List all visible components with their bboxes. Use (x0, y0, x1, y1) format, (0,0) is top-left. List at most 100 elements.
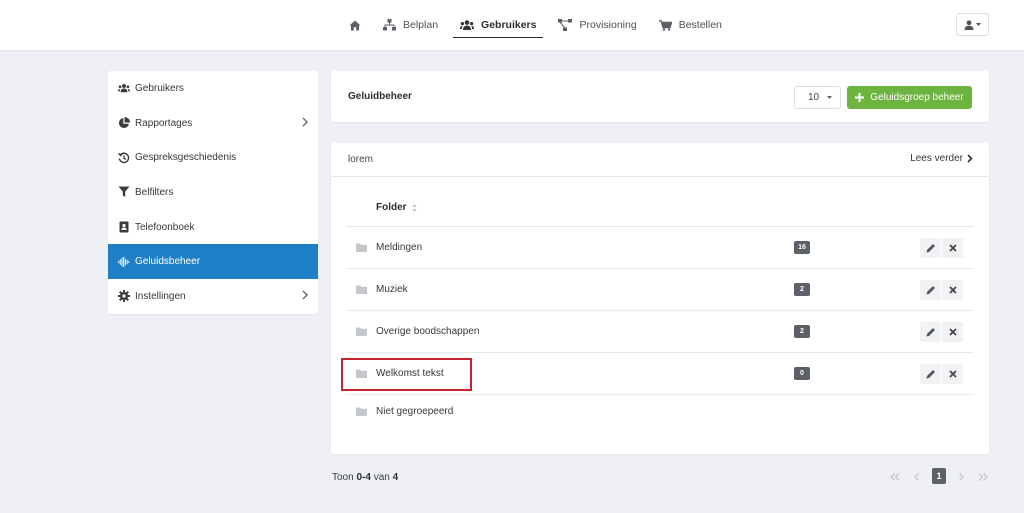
sidebar-item-label: Rapportages (135, 117, 193, 129)
sidebar-item-label: Gespreksgeschiedenis (135, 152, 237, 164)
count-total: 4 (392, 472, 399, 483)
count-badge: 2 (794, 325, 810, 338)
count-badge: 0 (794, 367, 810, 380)
pencil-icon (926, 286, 935, 295)
delete-button[interactable] (942, 322, 963, 342)
previous-page-button[interactable] (906, 468, 927, 485)
table-row[interactable]: Meldingen 16 (346, 227, 974, 269)
result-count: Toon 0-4 van 4 (332, 472, 398, 483)
count-badge: 16 (794, 241, 810, 254)
intro-bar: lorem Lees verder (331, 143, 989, 177)
folder-name: Meldingen (376, 242, 423, 253)
edit-button[interactable] (920, 364, 941, 384)
sidebar-item-label: Geluidsbeheer (135, 256, 201, 268)
count-prefix: Toon (332, 472, 354, 483)
column-label: Folder (376, 202, 407, 213)
gear-icon (118, 290, 130, 303)
history-icon (118, 152, 130, 163)
sidebar-item-telefoonboek[interactable]: Telefoonboek (108, 210, 318, 245)
users-icon (460, 20, 475, 30)
sidebar-item-rapportages[interactable]: Rapportages (108, 106, 318, 141)
close-icon (948, 286, 957, 294)
page-size-select[interactable]: 10 (794, 86, 841, 109)
home-icon (349, 20, 361, 30)
table-row[interactable]: Welkomst tekst 0 (341, 353, 974, 395)
folder-name: Overige boodschappen (376, 326, 480, 337)
sidebar: Gebruikers Rapportages Gespreksgeschiede… (108, 71, 318, 314)
delete-button[interactable] (942, 280, 963, 300)
add-button-label: Geluidsgroep beheer (870, 92, 964, 103)
sidebar-item-belfilters[interactable]: Belfilters (108, 175, 318, 210)
next-page-button[interactable] (950, 468, 971, 485)
column-header-folder[interactable]: Folder (376, 202, 417, 213)
pencil-icon (926, 244, 935, 253)
sidebar-item-instellingen[interactable]: Instellingen (108, 279, 318, 314)
nav-label: Provisioning (579, 19, 637, 31)
nav-label: Gebruikers (481, 19, 537, 31)
chevron-right-icon (958, 472, 964, 481)
delete-button[interactable] (942, 364, 963, 384)
table-row[interactable]: Muziek 2 (346, 269, 974, 311)
pie-chart-icon (118, 117, 130, 128)
current-page-button[interactable]: 1 (932, 468, 946, 484)
nav-label: Bestellen (678, 19, 722, 31)
chevron-right-icon (967, 154, 973, 163)
caret-down-icon (827, 96, 832, 99)
page-title: Geluidbeheer (348, 91, 412, 102)
sidebar-item-label: Instellingen (135, 290, 186, 302)
users-icon (118, 84, 130, 93)
folder-name: Welkomst tekst (376, 368, 444, 379)
chevron-right-icon (302, 290, 308, 300)
soundwave-icon (118, 256, 130, 267)
nav-belplan[interactable]: Belplan (372, 0, 449, 50)
nav-home[interactable] (338, 0, 372, 50)
close-icon (948, 328, 957, 336)
close-icon (948, 370, 957, 378)
add-sound-group-button[interactable]: Geluidsgroep beheer (847, 86, 972, 109)
pagination: 1 (884, 468, 994, 485)
delete-button[interactable] (942, 238, 963, 258)
network-icon (558, 19, 573, 31)
table-row[interactable]: Niet gegroepeerd (346, 395, 974, 437)
user-icon (964, 19, 974, 30)
edit-button[interactable] (920, 238, 941, 258)
folder-name: Muziek (376, 284, 408, 295)
nav-gebruikers[interactable]: Gebruikers (449, 0, 547, 50)
folder-icon (356, 369, 367, 378)
count-badge: 2 (794, 283, 810, 296)
pencil-icon (926, 328, 935, 337)
nav-bestellen[interactable]: Bestellen (648, 0, 733, 50)
folder-table: Folder Meldingen 16 Muziek 2 Overige boo… (341, 177, 974, 437)
sidebar-item-gebruikers[interactable]: Gebruikers (108, 71, 318, 106)
pencil-icon (926, 370, 935, 379)
folder-icon (356, 327, 367, 336)
count-range: 0-4 (356, 472, 371, 483)
intro-text: lorem (348, 154, 374, 165)
edit-button[interactable] (920, 280, 941, 300)
table-row[interactable]: Overige boodschappen 2 (346, 311, 974, 353)
double-chevron-left-icon (889, 472, 899, 481)
sitemap-icon (383, 19, 396, 31)
sidebar-item-gespreksgeschiedenis[interactable]: Gespreksgeschiedenis (108, 140, 318, 175)
sound-groups-card: lorem Lees verder Folder Meldingen 16 Mu… (331, 143, 989, 454)
chevron-right-icon (302, 117, 308, 127)
top-navigation-bar: Belplan Gebruikers Provisioning Bestelle… (0, 0, 1024, 50)
nav-label: Belplan (403, 19, 439, 31)
double-chevron-right-icon (978, 472, 988, 481)
main-nav: Belplan Gebruikers Provisioning Bestelle… (338, 0, 733, 50)
nav-provisioning[interactable]: Provisioning (547, 0, 647, 50)
filter-icon (118, 186, 130, 198)
read-more-link[interactable]: Lees verder (910, 153, 973, 164)
last-page-button[interactable] (972, 468, 993, 485)
sidebar-item-label: Gebruikers (135, 82, 184, 94)
chevron-left-icon (913, 472, 919, 481)
caret-down-icon (976, 23, 981, 26)
folder-name: Niet gegroepeerd (376, 406, 454, 417)
sidebar-item-label: Belfilters (135, 186, 174, 198)
edit-button[interactable] (920, 322, 941, 342)
count-middle: van (373, 472, 390, 483)
folder-icon (356, 285, 367, 294)
sidebar-item-geluidsbeheer[interactable]: Geluidsbeheer (108, 244, 318, 280)
user-menu-button[interactable] (956, 13, 989, 36)
first-page-button[interactable] (884, 468, 905, 485)
